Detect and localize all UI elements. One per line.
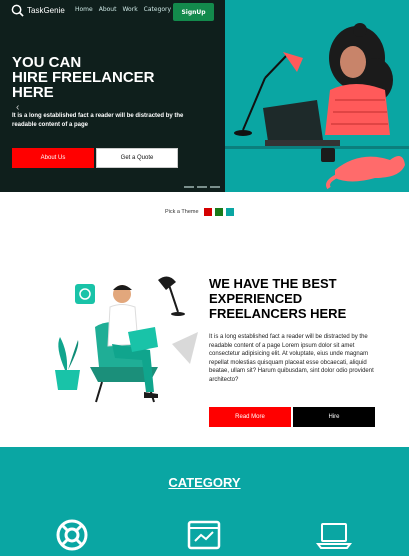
about-title-line: FREELANCERS HERE	[209, 306, 347, 321]
hero-description: It is a long established fact a reader w…	[12, 113, 184, 128]
theme-swatch-teal[interactable]	[225, 208, 234, 216]
top-navbar: TaskGenie Home About Work Category SignU…	[0, 0, 409, 24]
theme-swatch-green[interactable]	[214, 208, 223, 216]
about-title-line: WE HAVE THE BEST	[209, 276, 337, 291]
nav-links: Home About Work Category	[75, 6, 171, 13]
theme-swatch-red[interactable]	[203, 208, 212, 216]
slider-dot[interactable]	[210, 186, 220, 188]
about-title: WE HAVE THE BEST EXPERIENCED FREELANCERS…	[209, 276, 399, 321]
hire-button[interactable]: Hire	[293, 407, 375, 427]
search-logo-icon	[11, 4, 24, 17]
slider-dot[interactable]	[184, 186, 194, 188]
get-quote-button[interactable]: Get a Quote	[96, 148, 178, 168]
laptop-icon[interactable]	[316, 517, 352, 553]
logo[interactable]: TaskGenie	[11, 4, 65, 17]
about-title-line: EXPERIENCED	[209, 291, 303, 306]
category-section: CATEGORY	[0, 447, 409, 556]
about-us-button[interactable]: About Us	[12, 148, 94, 168]
theme-label: Pick a Theme	[165, 209, 199, 215]
slider-dot[interactable]	[197, 186, 207, 188]
nav-link-category[interactable]: Category	[144, 6, 171, 13]
logo-text: TaskGenie	[27, 6, 65, 15]
nav-link-about[interactable]: About	[99, 6, 117, 13]
about-description: It is a long established fact a reader w…	[209, 334, 374, 383]
hero-title-line: YOU CAN	[12, 54, 82, 71]
slider-indicators	[184, 186, 220, 188]
freelancer-chair-illustration	[55, 276, 198, 403]
woman-at-desk-illustration	[225, 23, 409, 190]
lifebuoy-icon[interactable]	[54, 517, 90, 553]
read-more-button[interactable]: Read More	[209, 407, 291, 427]
hero-title: YOU CAN HIRE FREELANCER HERE	[12, 55, 217, 100]
signup-button[interactable]: SignUp	[173, 3, 214, 21]
hero-title-line: HIRE FREELANCER	[12, 69, 155, 86]
hero-illustration-panel	[225, 0, 409, 192]
category-title: CATEGORY	[168, 475, 241, 490]
nav-link-home[interactable]: Home	[75, 6, 93, 13]
browser-analytics-icon[interactable]	[186, 517, 222, 553]
nav-link-work[interactable]: Work	[122, 6, 137, 13]
hero-title-line: HERE	[12, 84, 54, 101]
theme-picker: Pick a Theme	[165, 208, 234, 216]
hero-section: TaskGenie Home About Work Category SignU…	[0, 0, 409, 192]
